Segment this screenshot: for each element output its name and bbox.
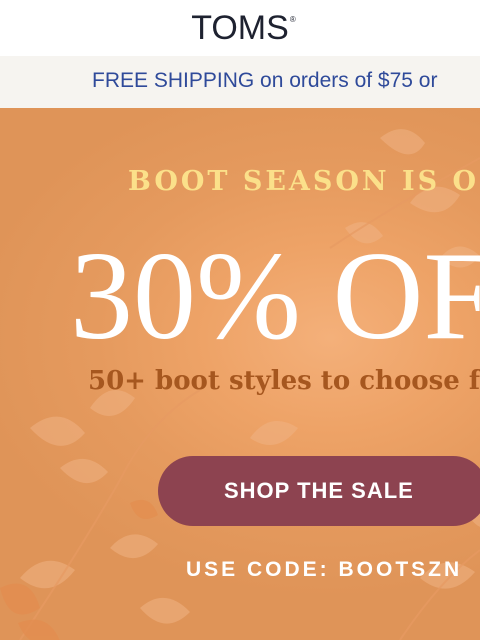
logo-text: TOMS: [191, 8, 289, 47]
hero-subhead: 50+ boot styles to choose f: [88, 366, 480, 396]
shipping-text: FREE SHIPPING on orders of $75 or: [92, 69, 438, 92]
hero-eyebrow: BOOT SEASON IS O: [128, 166, 480, 197]
trademark-mark: ®: [289, 14, 296, 24]
shop-the-sale-button[interactable]: SHOP THE SALE: [158, 456, 480, 526]
site-header: TOMS ®: [0, 0, 480, 56]
promo-code: USE CODE: BOOTSZN: [186, 558, 463, 581]
toms-logo[interactable]: TOMS ®: [191, 8, 296, 48]
shipping-banner[interactable]: FREE SHIPPING on orders of $75 or: [0, 56, 480, 108]
hero-banner[interactable]: BOOT SEASON IS O 30% OF 50+ boot styles …: [0, 108, 480, 640]
hero-headline: 30% OF: [70, 227, 480, 366]
shop-the-sale-label: SHOP THE SALE: [224, 478, 414, 503]
